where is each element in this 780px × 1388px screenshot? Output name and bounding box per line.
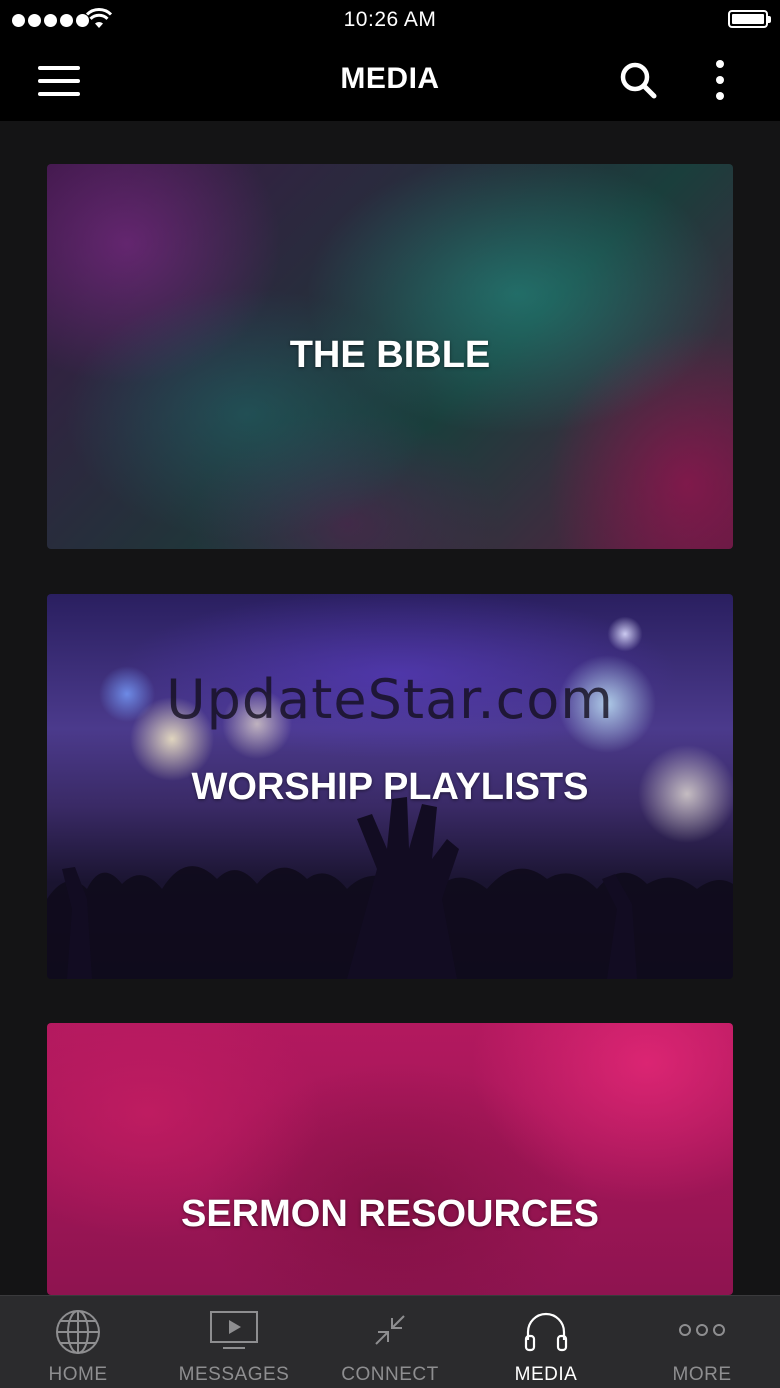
bottom-tab-bar: HOME MESSAGES CONNECT MEDIA MORE bbox=[0, 1295, 780, 1388]
tab-label: HOME bbox=[48, 1364, 108, 1385]
tab-label: MORE bbox=[672, 1364, 732, 1385]
worship-playlists-card[interactable]: UpdateStar.com WORSHIP PLAYLISTS bbox=[47, 594, 733, 979]
tab-messages[interactable]: MESSAGES bbox=[156, 1296, 312, 1388]
page-title: MEDIA bbox=[340, 62, 440, 95]
tab-label: CONNECT bbox=[341, 1364, 439, 1385]
top-navigation-bar: MEDIA bbox=[0, 40, 780, 121]
sermon-resources-card[interactable]: SERMON RESOURCES bbox=[47, 1023, 733, 1295]
more-dots-icon bbox=[679, 1324, 725, 1336]
more-vertical-icon[interactable] bbox=[712, 60, 728, 100]
tab-media[interactable]: MEDIA bbox=[468, 1296, 624, 1388]
watermark-text: UpdateStar.com bbox=[166, 668, 614, 731]
status-bar: 10:26 AM bbox=[0, 0, 780, 40]
the-bible-card[interactable]: THE BIBLE bbox=[47, 164, 733, 549]
video-player-icon bbox=[210, 1311, 258, 1349]
tab-label: MEDIA bbox=[514, 1364, 578, 1385]
compress-arrows-icon bbox=[375, 1315, 405, 1345]
card-title: WORSHIP PLAYLISTS bbox=[191, 766, 589, 808]
card-title: SERMON RESOURCES bbox=[180, 1193, 600, 1235]
card-title: THE BIBLE bbox=[289, 334, 491, 376]
tab-more[interactable]: MORE bbox=[624, 1296, 780, 1388]
battery-icon bbox=[728, 10, 771, 28]
tab-home[interactable]: HOME bbox=[0, 1296, 156, 1388]
tab-connect[interactable]: CONNECT bbox=[312, 1296, 468, 1388]
search-icon[interactable] bbox=[618, 60, 658, 100]
status-time: 10:26 AM bbox=[343, 8, 437, 31]
tab-label: MESSAGES bbox=[178, 1364, 290, 1385]
globe-icon bbox=[56, 1310, 100, 1354]
headphones-icon bbox=[524, 1312, 568, 1352]
crowd-silhouette-image bbox=[47, 797, 733, 979]
media-content-area[interactable]: THE BIBLE UpdateStar.com WORSHIP PLAYLIS… bbox=[0, 121, 780, 1295]
